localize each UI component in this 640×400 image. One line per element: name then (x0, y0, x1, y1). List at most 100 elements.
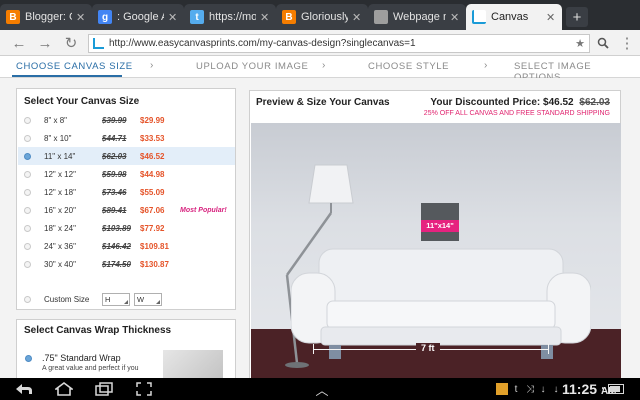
wrap-thumbnail (163, 350, 223, 378)
address-bar[interactable]: http://www.easycanvasprints.com/my-canva… (88, 34, 590, 53)
size-option-selected[interactable]: 11" x 14" $62.03 $46.52 (18, 147, 235, 165)
wrap-option-desc: A great value and perfect if you (42, 365, 139, 372)
radio-button[interactable] (24, 152, 31, 160)
size-label: 8" x 10" (44, 133, 72, 143)
old-price: $59.98 (102, 169, 127, 179)
wifi-icon: ◔ (598, 383, 606, 395)
size-option[interactable]: 18" x 24" $103.89 $77.92 (18, 219, 235, 237)
new-price: $67.06 (140, 205, 165, 215)
close-icon[interactable]: ✕ (168, 11, 178, 24)
wrap-thickness-panel: Select Canvas Wrap Thickness .75" Standa… (16, 319, 236, 378)
size-option[interactable]: 16" x 20" $89.41 $67.06 Most Popular! (18, 201, 235, 219)
system-bar: ︿ t ⤨ ↓ ↓ 11:25 AM ◔ (0, 378, 640, 400)
reload-icon[interactable]: ↻ (62, 34, 80, 52)
tab-label: Gloriously M (301, 11, 348, 23)
tab-strip: B Blogger: Glo ✕ g : Google Ad ✕ t https… (0, 0, 640, 30)
step-upload-image[interactable]: Upload Your Image (196, 61, 308, 72)
custom-width-select[interactable]: W (134, 293, 162, 306)
chevron-right-icon: › (150, 60, 154, 71)
back-arrow-icon[interactable]: ← (10, 34, 28, 52)
step-choose-style[interactable]: Choose Style (368, 61, 449, 72)
menu-icon[interactable]: ⋮ (618, 34, 636, 52)
chevron-up-icon[interactable]: ︿ (310, 381, 334, 398)
most-popular-badge: Most Popular! (180, 206, 227, 214)
old-price: $44.71 (102, 133, 127, 143)
size-option[interactable]: 24" x 36" $146.42 $109.81 (18, 237, 235, 255)
old-price: $39.99 (102, 115, 127, 125)
size-option[interactable]: 30" x 40" $174.50 $130.87 (18, 255, 235, 273)
old-price: $146.42 (102, 241, 131, 251)
screenshot-icon[interactable] (132, 381, 156, 397)
search-icon[interactable] (594, 34, 612, 52)
step-choose-size[interactable]: Choose Canvas Size (16, 61, 133, 72)
size-label: 12" x 12" (44, 169, 76, 179)
new-price: $55.09 (140, 187, 165, 197)
canvas-size-panel: Select Your Canvas Size 8" x 8" $39.99 $… (16, 88, 236, 310)
size-option[interactable]: 12" x 12" $59.98 $44.98 (18, 165, 235, 183)
size-label: 16" x 20" (44, 205, 76, 215)
tab-label: Blogger: Glo (25, 11, 72, 23)
radio-button[interactable] (24, 116, 31, 124)
browser-toolbar: ← → ↻ http://www.easycanvasprints.com/my… (0, 30, 640, 56)
screen: B Blogger: Glo ✕ g : Google Ad ✕ t https… (0, 0, 640, 400)
recent-apps-icon[interactable] (92, 381, 116, 397)
close-icon[interactable]: ✕ (76, 11, 86, 24)
new-tab-button[interactable]: + (566, 7, 588, 27)
tab-google-ad[interactable]: g : Google Ad ✕ (92, 4, 184, 30)
size-label: 18" x 24" (44, 223, 76, 233)
active-step-indicator (12, 75, 122, 77)
old-price: $89.41 (102, 205, 127, 215)
radio-button[interactable] (25, 355, 32, 362)
new-price: $44.98 (140, 169, 165, 179)
new-price: $77.92 (140, 223, 165, 233)
close-icon[interactable]: ✕ (546, 11, 556, 24)
radio-button[interactable] (24, 206, 31, 214)
wrap-panel-title: Select Canvas Wrap Thickness (24, 325, 172, 336)
promo-text: 25% OFF ALL CANVAS AND FREE STANDARD SHI… (423, 110, 610, 117)
custom-size-label: Custom Size (44, 295, 90, 304)
size-label: 12" x 18" (44, 187, 76, 197)
size-label: 11" x 14" (44, 151, 76, 161)
home-icon[interactable] (52, 381, 76, 397)
battery-icon (608, 384, 624, 394)
size-label: 24" x 36" (44, 241, 76, 251)
battery-level (610, 386, 620, 392)
room-preview: 11"x14" 7 ft (251, 123, 621, 378)
radio-button[interactable] (24, 296, 31, 303)
size-panel-title: Select Your Canvas Size (24, 96, 140, 107)
custom-height-select[interactable]: H (102, 293, 130, 306)
radio-button[interactable] (24, 134, 31, 142)
radio-button[interactable] (24, 170, 31, 178)
tab-blogger-glo[interactable]: B Blogger: Glo ✕ (0, 4, 92, 30)
forward-arrow-icon[interactable]: → (36, 34, 54, 52)
size-option[interactable]: 12" x 18" $73.46 $55.09 (18, 183, 235, 201)
chevron-right-icon: › (484, 60, 488, 71)
download-icon: ↓ (553, 383, 559, 395)
radio-button[interactable] (24, 224, 31, 232)
measure-cap-left (313, 344, 314, 354)
canvas-size-tag: 11"x14" (421, 220, 459, 232)
tab-webpage[interactable]: Webpage no ✕ (368, 4, 466, 30)
tab-mobi[interactable]: t https://mobi ✕ (184, 4, 276, 30)
url-text: http://www.easycanvasprints.com/my-canva… (109, 38, 416, 49)
close-icon[interactable]: ✕ (450, 11, 460, 24)
size-option[interactable]: 8" x 8" $39.99 $29.99 (18, 111, 235, 129)
tab-label: : Google Ad (117, 11, 164, 23)
google-icon: g (98, 10, 112, 24)
radio-button[interactable] (24, 260, 31, 268)
star-icon[interactable]: ★ (575, 37, 585, 50)
close-icon[interactable]: ✕ (352, 11, 362, 24)
gallery-notification-icon (496, 383, 508, 395)
radio-button[interactable] (24, 188, 31, 196)
preview-title: Preview & Size Your Canvas (256, 97, 390, 108)
dropdown-arrow-icon (124, 300, 128, 304)
tab-canvas[interactable]: Canvas ✕ (466, 4, 562, 30)
wrap-option-label[interactable]: .75" Standard Wrap (42, 353, 121, 363)
close-icon[interactable]: ✕ (260, 11, 270, 24)
tab-gloriously[interactable]: B Gloriously M ✕ (276, 4, 368, 30)
back-icon[interactable] (12, 381, 36, 397)
tab-label: Canvas (491, 11, 529, 23)
radio-button[interactable] (24, 242, 31, 250)
old-price: $103.89 (102, 223, 131, 233)
size-option[interactable]: 8" x 10" $44.71 $33.53 (18, 129, 235, 147)
